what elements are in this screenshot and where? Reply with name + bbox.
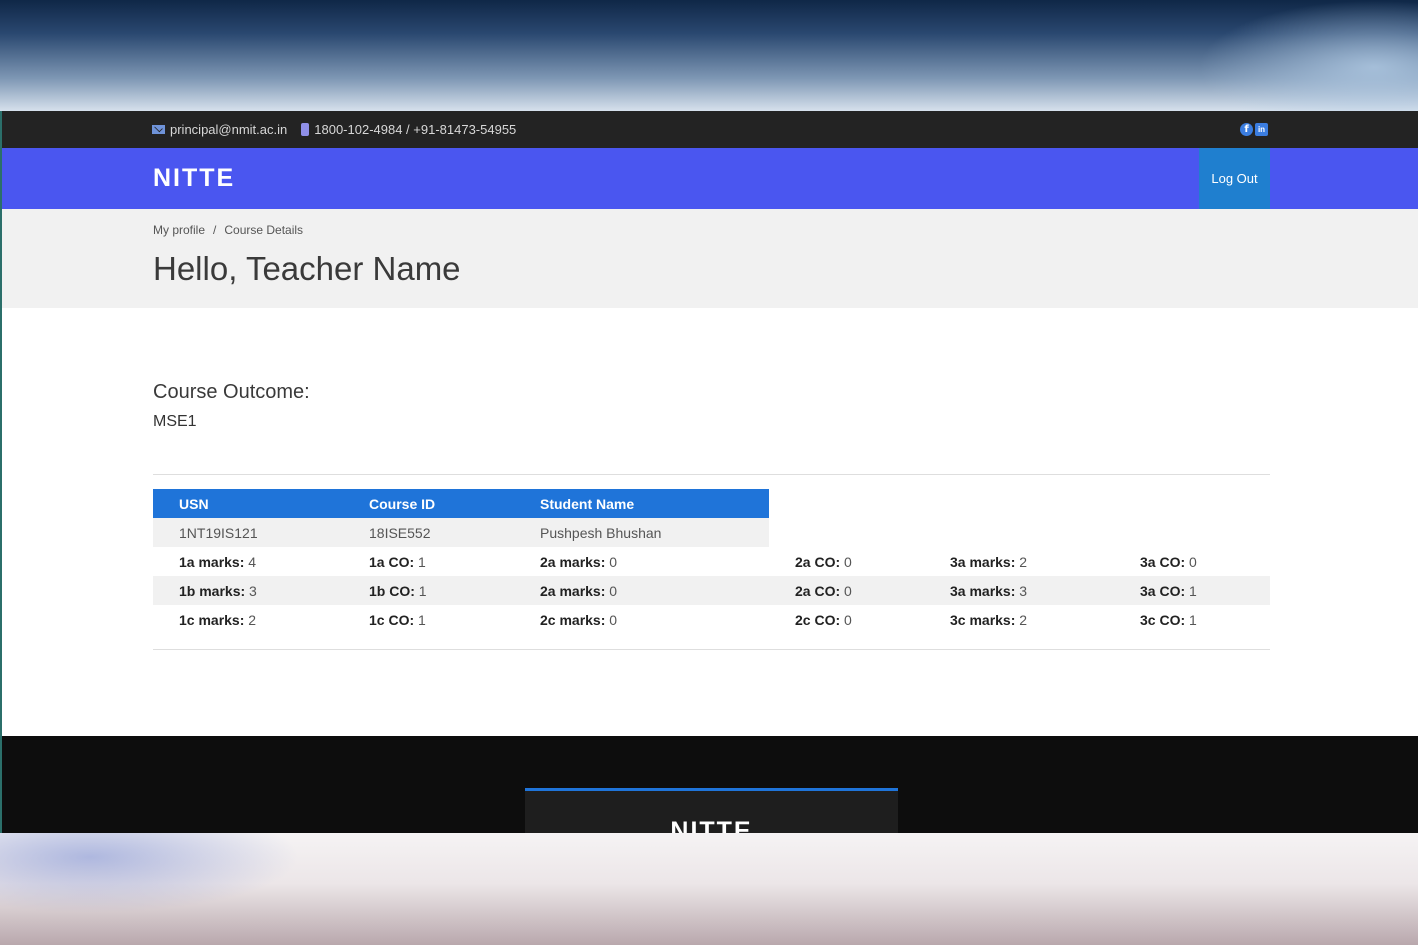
student-name: Pushpesh Bhushan	[540, 525, 662, 541]
marks-cell: 1a marks: 4	[179, 554, 257, 570]
breadcrumb-my-profile[interactable]: My profile	[153, 223, 205, 237]
phone-contact[interactable]: 1800-102-4984 / +91-81473-54955	[301, 122, 516, 137]
co-cell: 3c CO: 1	[1140, 612, 1197, 628]
background-bottom	[0, 833, 1418, 945]
marks-cell: 2a marks: 0	[540, 554, 618, 570]
background-top	[0, 0, 1418, 112]
linkedin-icon[interactable]: in	[1255, 123, 1268, 136]
page-footer: NITTE	[2, 736, 1418, 833]
email-text[interactable]: principal@nmit.ac.in	[170, 122, 287, 137]
co-cell: 3a CO: 1	[1140, 583, 1197, 599]
main-navbar: NITTE Log Out	[2, 148, 1418, 209]
table-header: USN Course ID Student Name	[153, 489, 769, 518]
mail-icon	[152, 125, 165, 134]
student-course-id: 18ISE552	[369, 525, 431, 541]
social-links: f in	[1240, 123, 1268, 136]
co-cell: 1a CO: 1	[369, 554, 426, 570]
co-cell: 3a CO: 0	[1140, 554, 1197, 570]
footer-brand: NITTE	[670, 817, 753, 833]
co-cell: 1c CO: 1	[369, 612, 426, 628]
marks-row-2: 1b marks: 3 1b CO: 1 2a marks: 0 2a CO: …	[153, 576, 1270, 605]
co-cell: 2a CO: 0	[795, 554, 852, 570]
exam-name: MSE1	[153, 413, 197, 430]
marks-cell: 1c marks: 2	[179, 612, 257, 628]
student-usn: 1NT19IS121	[179, 525, 258, 541]
marks-cell: 2c marks: 0	[540, 612, 618, 628]
phone-text[interactable]: 1800-102-4984 / +91-81473-54955	[314, 122, 516, 137]
header-student-name: Student Name	[540, 496, 635, 512]
marks-cell: 3a marks: 2	[950, 554, 1028, 570]
email-contact[interactable]: principal@nmit.ac.in	[152, 122, 287, 137]
co-cell: 2c CO: 0	[795, 612, 852, 628]
brand-logo[interactable]: NITTE	[153, 164, 235, 193]
course-content: Course Outcome: MSE1 USN Course ID Stude…	[2, 308, 1418, 736]
phone-icon	[301, 123, 310, 136]
browser-page: principal@nmit.ac.in 1800-102-4984 / +91…	[0, 111, 1418, 833]
marks-cell: 2a marks: 0	[540, 583, 618, 599]
breadcrumb-course-details: Course Details	[224, 223, 304, 237]
page-header: My profile / Course Details Hello, Teach…	[2, 209, 1418, 308]
marks-cell: 1b marks: 3	[179, 583, 257, 599]
breadcrumb: My profile / Course Details	[153, 223, 303, 237]
contact-info: principal@nmit.ac.in 1800-102-4984 / +91…	[152, 122, 516, 137]
breadcrumb-separator: /	[213, 223, 217, 237]
divider-top	[153, 474, 1270, 475]
page-title: Hello, Teacher Name	[153, 250, 461, 287]
co-cell: 2a CO: 0	[795, 583, 852, 599]
marks-row-1: 1a marks: 4 1a CO: 1 2a marks: 0 2a CO: …	[153, 547, 1270, 576]
divider-bottom	[153, 649, 1270, 650]
facebook-icon[interactable]: f	[1240, 123, 1253, 136]
header-usn: USN	[179, 496, 209, 512]
marks-cell: 3a marks: 3	[950, 583, 1028, 599]
course-outcome-heading: Course Outcome:	[153, 381, 310, 403]
co-cell: 1b CO: 1	[369, 583, 427, 599]
header-course-id: Course ID	[369, 496, 436, 512]
student-row: 1NT19IS121 18ISE552 Pushpesh Bhushan	[153, 518, 769, 547]
contact-topbar: principal@nmit.ac.in 1800-102-4984 / +91…	[2, 111, 1418, 148]
marks-row-3: 1c marks: 2 1c CO: 1 2c marks: 0 2c CO: …	[153, 605, 1270, 634]
marks-cell: 3c marks: 2	[950, 612, 1028, 628]
footer-brand-card: NITTE	[525, 788, 898, 833]
logout-button[interactable]: Log Out	[1199, 148, 1270, 209]
